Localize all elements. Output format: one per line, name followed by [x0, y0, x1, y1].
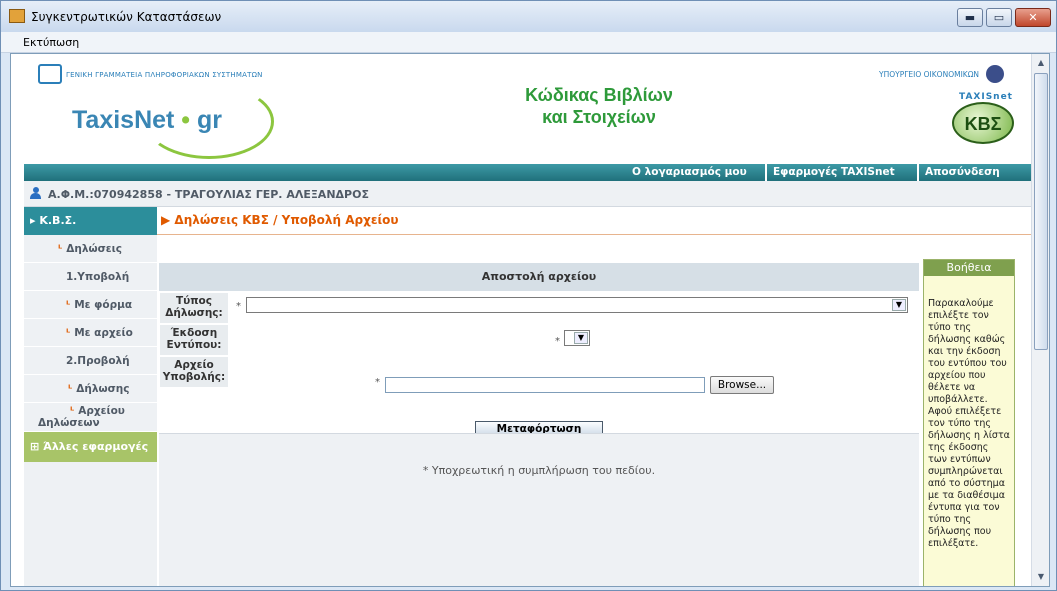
logo-taxis-text: TaxisNet: [72, 106, 175, 134]
sidebar-item-with-file[interactable]: ᒻ Με αρχείο: [24, 319, 157, 347]
headline-line-1: Κώδικας Βιβλίων: [525, 85, 673, 105]
sidebar-item-label: ᒻ Με φόρμα: [66, 299, 133, 311]
user-icon: [30, 187, 41, 200]
scroll-down-icon[interactable]: ▼: [1033, 569, 1049, 585]
sidebar-item-label: ᒻ Δήλωσης: [68, 383, 130, 395]
app-window: Συγκεντρωτικών Καταστάσεων ▬ ▭ ✕ Εκτύπωσ…: [0, 0, 1057, 591]
sidebar-head-kbs[interactable]: ▸ Κ.Β.Σ.: [24, 207, 157, 235]
close-button[interactable]: ✕: [1015, 8, 1051, 27]
logo-gr-text: gr: [197, 106, 223, 134]
page-headline: Κώδικας Βιβλίων και Στοιχείων: [484, 84, 714, 128]
submission-file-label: Αρχείο Υποβολής:: [160, 357, 228, 387]
app-icon: [9, 9, 25, 23]
scroll-thumb[interactable]: [1034, 73, 1048, 350]
gsis-title: ΓΕΝΙΚΗ ΓΡΑΜΜΑΤΕΙΑ ΠΛΗΡΟΦΟΡΙΑΚΩΝ ΣΥΣΤΗΜΑΤ…: [66, 71, 263, 79]
declaration-type-select[interactable]: ▼: [246, 297, 908, 313]
kbs-logo: ΚΒΣ: [952, 102, 1014, 144]
sidebar-item-declarations-file[interactable]: ᒻ Αρχείου Δηλώσεων: [24, 403, 157, 432]
sidebar-item-declaration[interactable]: ᒻ Δήλωσης: [24, 375, 157, 403]
ministry-seal-icon: [986, 65, 1004, 83]
help-text: Παρακαλούμε επιλέξτε τον τύπο της δήλωση…: [928, 298, 1010, 549]
sidebar-item-label: 2.Προβολή: [66, 355, 130, 367]
form-footer: * Υποχρεωτική η συμπλήρωση του πεδίου.: [159, 433, 919, 586]
upload-form: Αποστολή αρχείου Τύπος Δήλωσης: * ▼ Έκδοσ…: [159, 263, 919, 438]
user-bar: Α.Φ.Μ.:070942858 - ΤΡΑΓΟΥΛΙΑΣ ΓΕΡ. ΑΛΕΞΑ…: [24, 181, 1031, 207]
maximize-button[interactable]: ▭: [986, 8, 1012, 27]
title-bar: Συγκεντρωτικών Καταστάσεων ▬ ▭ ✕: [1, 1, 1056, 32]
site-banner: ΓΕΝΙΚΗ ΓΡΑΜΜΑΤΕΙΑ ΠΛΗΡΟΦΟΡΙΑΚΩΝ ΣΥΣΤΗΜΑΤ…: [24, 54, 1031, 164]
window-title: Συγκεντρωτικών Καταστάσεων: [31, 10, 222, 24]
main-content: ▶ Δηλώσεις ΚΒΣ / Υποβολή Αρχείου Αποστολ…: [157, 207, 1031, 586]
user-info: Α.Φ.Μ.:070942858 - ΤΡΑΓΟΥΛΙΑΣ ΓΕΡ. ΑΛΕΞΑ…: [48, 188, 369, 201]
top-nav: Ο λογαριασμός μου Εφαρμογές TAXISnet Απο…: [24, 164, 1031, 181]
required-star: *: [555, 336, 560, 347]
submission-file-input[interactable]: [385, 377, 705, 393]
form-title: Αποστολή αρχείου: [159, 263, 919, 291]
taxisnet-logo[interactable]: TaxisNet • gr: [72, 106, 222, 135]
nav-my-account[interactable]: Ο λογαριασμός μου: [626, 164, 753, 181]
declaration-type-label: Τύπος Δήλωσης:: [160, 293, 228, 323]
form-version-select[interactable]: ▼: [564, 330, 590, 346]
sidebar-item-submit[interactable]: 1.Υποβολή: [24, 263, 157, 291]
sidebar-item-declarations[interactable]: ᒻ Δηλώσεις: [24, 235, 157, 263]
sidebar-item-label-line2: Δηλώσεων: [38, 417, 100, 429]
chevron-down-icon: ▼: [574, 332, 588, 344]
vertical-scrollbar[interactable]: ▲ ▼: [1031, 54, 1049, 586]
required-star: *: [375, 377, 380, 388]
ministry-label: ΥΠΟΥΡΓΕΙΟ ΟΙΚΟΝΟΜΙΚΩΝ: [879, 70, 980, 79]
nav-logout[interactable]: Αποσύνδεση: [917, 164, 1006, 181]
sidebar-other-apps[interactable]: ⊞ Άλλες εφαρμογές: [24, 432, 157, 462]
browse-button[interactable]: Browse...: [710, 376, 774, 394]
sidebar-item-label: 1.Υποβολή: [66, 271, 130, 283]
breadcrumb: ▶ Δηλώσεις ΚΒΣ / Υποβολή Αρχείου: [161, 213, 399, 227]
required-star: *: [236, 301, 241, 312]
breadcrumb-divider: [157, 234, 1031, 235]
menu-item-print[interactable]: Εκτύπωση: [23, 36, 79, 49]
nav-taxisnet-apps[interactable]: Εφαρμογές TAXISnet: [765, 164, 901, 181]
sidebar-item-view[interactable]: 2.Προβολή: [24, 347, 157, 375]
minimize-button[interactable]: ▬: [957, 8, 983, 27]
sidebar-item-label: ᒻ Αρχείου: [70, 405, 125, 417]
browser-content: ΓΕΝΙΚΗ ΓΡΑΜΜΑΤΕΙΑ ΠΛΗΡΟΦΟΡΙΑΚΩΝ ΣΥΣΤΗΜΑΤ…: [10, 53, 1050, 587]
sidebar-item-label: ᒻ Δηλώσεις: [58, 243, 122, 255]
sidebar-item-label: ᒻ Με αρχείο: [66, 327, 133, 339]
gsis-logo-icon: [38, 64, 62, 84]
sidebar: ▸ Κ.Β.Σ. ᒻ Δηλώσεις 1.Υποβολή ᒻ Με φόρμα…: [24, 207, 157, 586]
chevron-down-icon: ▼: [892, 299, 906, 311]
sidebar-item-with-form[interactable]: ᒻ Με φόρμα: [24, 291, 157, 319]
form-version-label: Έκδοση Εντύπου:: [160, 325, 228, 355]
help-panel: Βοήθεια Παρακαλούμε επιλέξτε τον τύπο τη…: [923, 259, 1015, 586]
help-title: Βοήθεια: [924, 260, 1014, 276]
kbs-logo-caption: TAXISnet: [959, 92, 1013, 102]
menu-bar: Εκτύπωση: [1, 32, 1056, 53]
scroll-up-icon[interactable]: ▲: [1033, 55, 1049, 71]
required-note: * Υποχρεωτική η συμπλήρωση του πεδίου.: [422, 464, 656, 477]
headline-line-2: και Στοιχείων: [542, 107, 656, 127]
